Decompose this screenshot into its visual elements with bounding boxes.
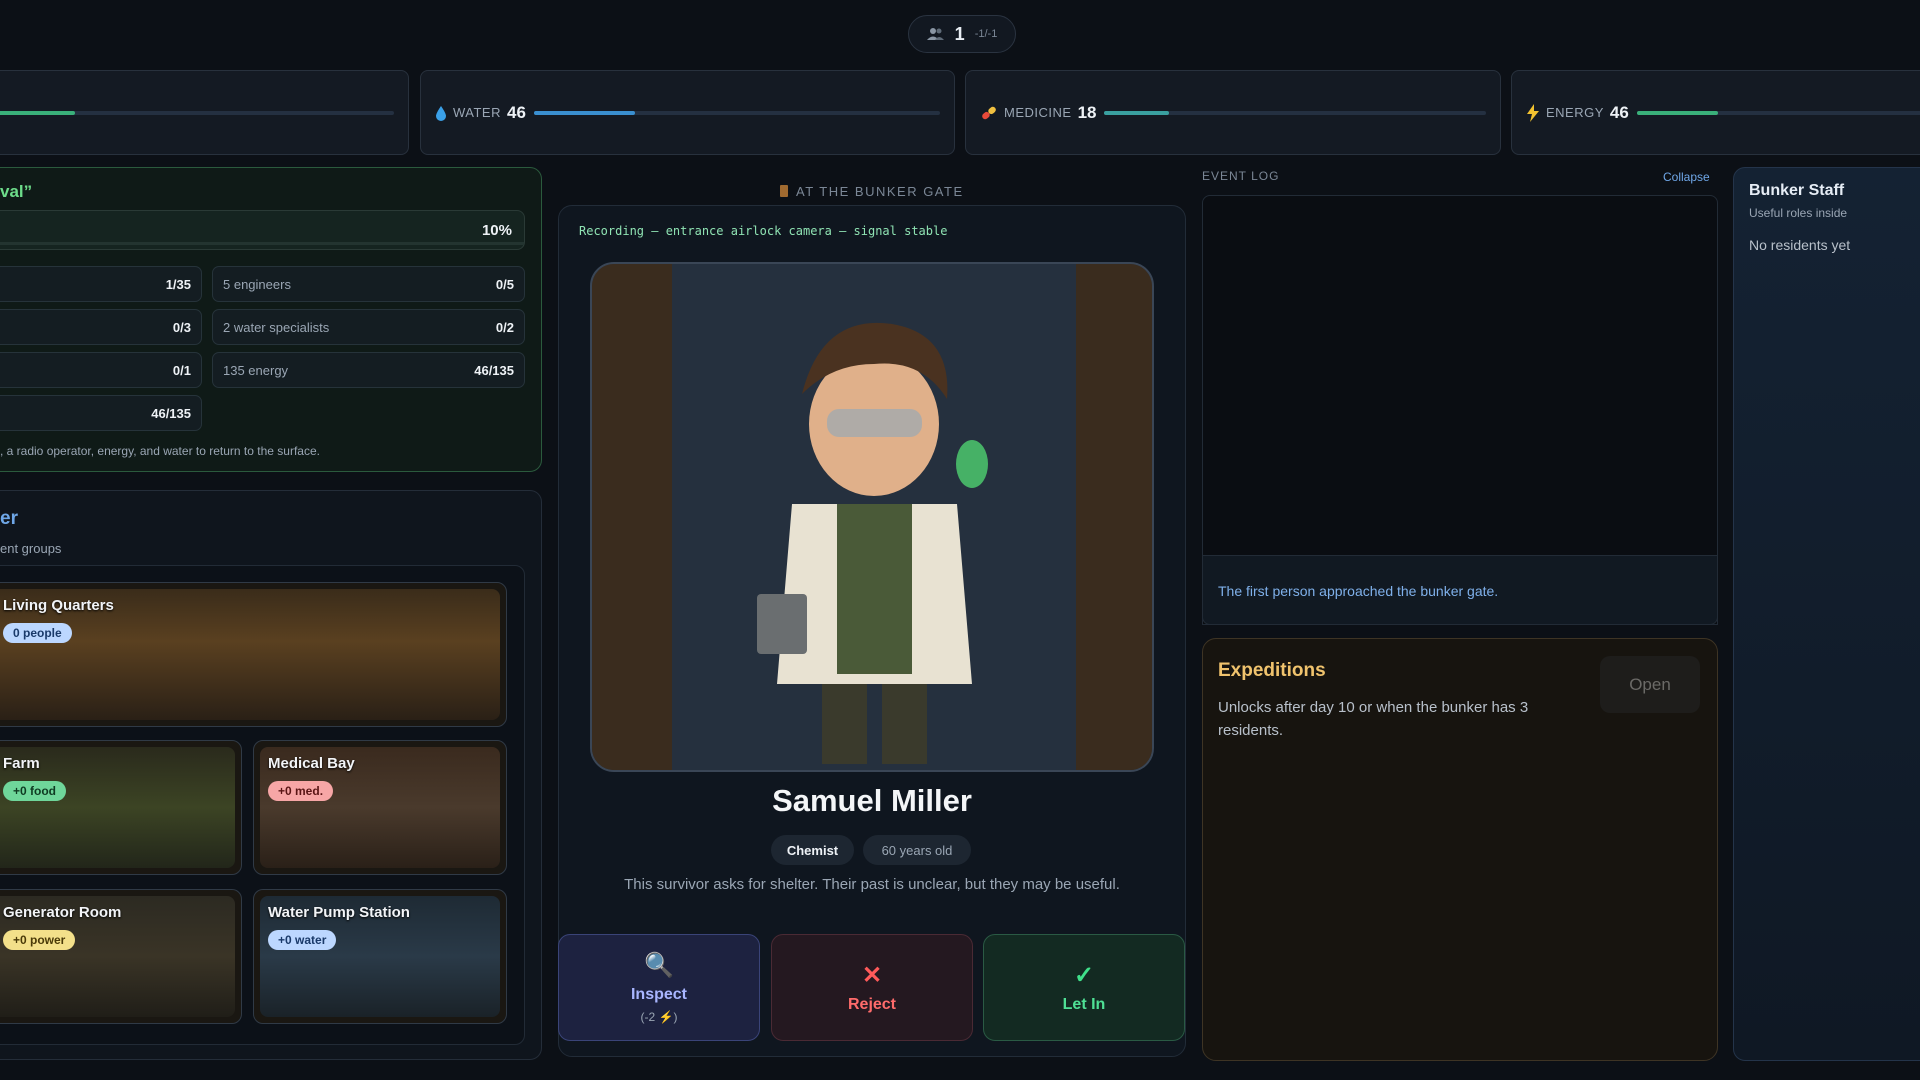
population-count: 1 [954,23,965,44]
room-living-quarters[interactable]: Living Quarters 0 people [0,582,507,727]
room-badge: 0 people [3,623,72,643]
resource-medicine: MEDICINE 18 [965,70,1501,155]
energy-value: 46 [1609,102,1629,122]
expeditions-title: Expeditions [1218,660,1326,681]
let-in-button[interactable]: ✓ Let In [983,934,1185,1041]
water-drop-icon [436,105,446,121]
energy-label: ENERGY [1546,105,1604,120]
people-icon [926,28,944,40]
gate-header: AT THE BUNKER GATE [780,184,964,199]
pill-icon [982,106,996,119]
room-badge: +0 water [268,930,337,950]
room-generator[interactable]: Generator Room +0 power [0,889,242,1024]
goal-row: 0/3 [0,309,202,345]
magnifier-icon: 🔍 [644,952,674,979]
rooms-title: er [0,508,18,529]
water-label: WATER [453,105,501,120]
expeditions-open-button[interactable]: Open [1600,656,1700,713]
medicine-value: 18 [1077,102,1097,122]
goal-row: 135 energy 46/135 [212,352,525,388]
room-badge: +0 med. [268,781,334,801]
age-tag: 60 years old [863,835,971,865]
collapse-button[interactable]: Collapse [1663,170,1710,184]
goal-row: 1/35 [0,266,202,302]
staff-empty: No residents yet [1749,237,1851,253]
survivor-description: This survivor asks for shelter. Their pa… [624,876,1120,893]
resource-water: WATER 46 [420,70,955,155]
goal-progress-value: 10% [481,222,512,239]
water-value: 46 [507,102,526,122]
room-water-pump[interactable]: Water Pump Station +0 water [253,889,507,1024]
room-medical-bay[interactable]: Medical Bay +0 med. [253,740,507,875]
goal-row: 5 engineers 0/5 [212,266,525,302]
door-icon [780,185,788,197]
reject-button[interactable]: ✕ Reject [771,934,973,1041]
goal-progress: 10% [0,210,525,250]
resource-food [0,70,409,155]
goal-note: , a radio operator, energy, and water to… [0,444,320,458]
staff-panel [1733,167,1920,1061]
population-sub: -1/-1 [974,28,998,40]
goal-row: 46/135 [0,395,202,431]
inspect-button[interactable]: 🔍 Inspect (-2 ⚡) [558,934,760,1041]
check-icon: ✓ [1073,962,1095,989]
resource-energy: ENERGY 46 [1511,70,1920,155]
room-farm[interactable]: Farm +0 food [0,740,242,875]
staff-subtitle: Useful roles inside [1749,206,1848,220]
goal-row: 2 water specialists 0/2 [212,309,525,345]
room-badge: +0 power [3,930,76,950]
event-log-label: EVENT LOG [1202,169,1280,183]
survivor-name: Samuel Miller [772,783,972,818]
expeditions-description: Unlocks after day 10 or when the bunker … [1218,699,1529,739]
event-log-text: The first person approached the bunker g… [1218,583,1499,599]
goal-row: 0/1 [0,352,202,388]
room-badge: +0 food [3,781,67,801]
medicine-label: MEDICINE [1004,105,1072,120]
population-pill: 1 -1/-1 [908,15,1016,53]
survivor-portrait [590,262,1154,772]
lightning-icon [1527,103,1539,122]
cross-icon: ✕ [861,962,883,989]
rooms-subtitle: ent groups [0,541,62,556]
profession-tag: Chemist [771,835,854,865]
goal-title: val” [0,182,33,201]
camera-status: Recording — entrance airlock camera — si… [579,224,948,238]
staff-title: Bunker Staff [1749,182,1845,199]
